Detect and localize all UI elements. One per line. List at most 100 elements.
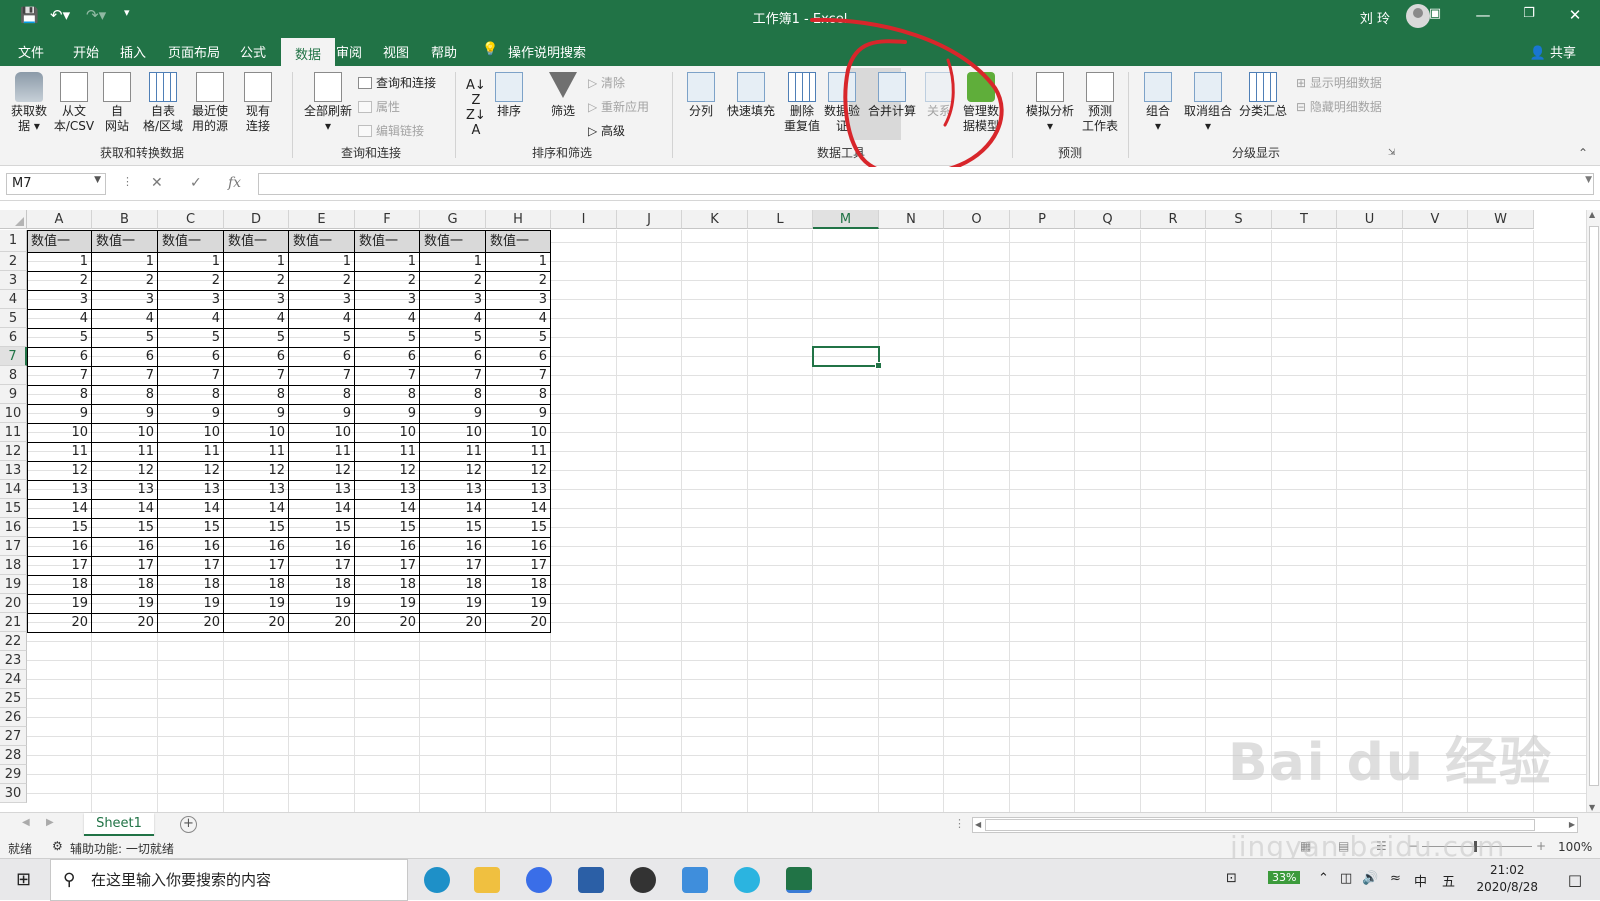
edge-browser-icon[interactable] [424,867,450,893]
consolidate-button[interactable]: 合并计算 [864,72,920,119]
row-header-4[interactable]: 4 [0,290,27,309]
table-cell[interactable]: 18 [486,576,551,595]
table-cell[interactable]: 17 [486,557,551,576]
table-cell[interactable]: 4 [158,310,224,329]
table-cell[interactable]: 7 [355,367,420,386]
table-cell[interactable]: 13 [92,481,158,500]
table-cell[interactable]: 7 [486,367,551,386]
table-cell[interactable]: 18 [289,576,355,595]
row-header-14[interactable]: 14 [0,480,27,499]
tab-view[interactable]: 视图 [383,42,409,61]
row-header-1[interactable]: 1 [0,230,27,252]
row-header-23[interactable]: 23 [0,651,27,670]
table-cell[interactable]: 8 [420,386,486,405]
table-cell[interactable]: 13 [420,481,486,500]
table-cell[interactable]: 18 [27,576,92,595]
table-cell[interactable]: 18 [224,576,289,595]
scroll-down-icon[interactable]: ▼ [1589,803,1595,812]
table-cell[interactable]: 8 [158,386,224,405]
table-cell[interactable]: 7 [420,367,486,386]
table-cell[interactable]: 5 [355,329,420,348]
table-cell[interactable]: 10 [420,424,486,443]
table-cell[interactable]: 8 [289,386,355,405]
from-csv-button[interactable]: 从文 本/CSV [52,72,96,134]
restore-button[interactable]: ❐ [1514,6,1544,21]
filter-button[interactable]: 筛选 [548,72,578,119]
properties-button[interactable]: 属性 [358,98,400,115]
ribbon-display-icon[interactable]: ▣ [1420,6,1450,21]
from-table-button[interactable]: 自表 格/区域 [140,72,186,134]
table-cell[interactable]: 20 [420,614,486,633]
active-cell-selection[interactable] [812,346,882,369]
table-cell[interactable]: 1 [158,253,224,272]
row-header-18[interactable]: 18 [0,556,27,575]
column-header-k[interactable]: K [682,210,748,229]
scroll-right-icon[interactable]: ▶ [1569,820,1575,829]
battery-indicator[interactable]: 33% [1268,871,1301,884]
table-cell[interactable]: 19 [486,595,551,614]
table-cell[interactable]: 17 [158,557,224,576]
table-cell[interactable]: 1 [420,253,486,272]
table-cell[interactable]: 2 [158,272,224,291]
ime-chinese[interactable]: 中 [1414,871,1427,890]
table-cell[interactable]: 3 [27,291,92,310]
table-cell[interactable]: 9 [420,405,486,424]
table-cell[interactable]: 6 [224,348,289,367]
show-hidden-icons[interactable]: ⌃ [1318,871,1329,886]
scroll-up-icon[interactable]: ▲ [1589,210,1595,219]
table-cell[interactable]: 11 [158,443,224,462]
table-cell[interactable]: 12 [158,462,224,481]
table-cell[interactable]: 20 [224,614,289,633]
table-cell[interactable]: 14 [27,500,92,519]
table-cell[interactable]: 14 [92,500,158,519]
table-cell[interactable]: 6 [355,348,420,367]
table-cell[interactable]: 19 [158,595,224,614]
edit-links-button[interactable]: 编辑链接 [358,122,424,139]
column-header-p[interactable]: P [1010,210,1075,229]
table-cell[interactable]: 4 [420,310,486,329]
formula-input[interactable] [258,173,1594,195]
table-cell[interactable]: 10 [355,424,420,443]
select-all-corner[interactable] [0,210,27,229]
row-header-24[interactable]: 24 [0,670,27,689]
table-cell[interactable]: 11 [420,443,486,462]
table-cell[interactable]: 7 [289,367,355,386]
header-cell-e[interactable]: 数值一 [289,230,355,253]
row-header-22[interactable]: 22 [0,632,27,651]
table-cell[interactable]: 14 [224,500,289,519]
close-button[interactable]: ✕ [1560,6,1590,24]
table-cell[interactable]: 13 [27,481,92,500]
table-cell[interactable]: 3 [92,291,158,310]
flash-fill-button[interactable]: 快速填充 [724,72,778,119]
column-header-g[interactable]: G [420,210,486,229]
row-header-9[interactable]: 9 [0,385,27,404]
table-cell[interactable]: 17 [420,557,486,576]
table-cell[interactable]: 1 [289,253,355,272]
advanced-filter-button[interactable]: ▷ 高级 [588,122,625,139]
table-cell[interactable]: 17 [224,557,289,576]
row-header-27[interactable]: 27 [0,727,27,746]
table-cell[interactable]: 4 [27,310,92,329]
row-header-19[interactable]: 19 [0,575,27,594]
zoom-level[interactable]: 100% [1558,840,1592,854]
table-cell[interactable]: 19 [355,595,420,614]
column-header-m[interactable]: M [813,210,879,229]
table-cell[interactable]: 11 [289,443,355,462]
table-cell[interactable]: 8 [27,386,92,405]
table-cell[interactable]: 12 [224,462,289,481]
column-header-f[interactable]: F [355,210,420,229]
table-cell[interactable]: 6 [27,348,92,367]
header-cell-d[interactable]: 数值一 [224,230,289,253]
table-cell[interactable]: 4 [224,310,289,329]
table-cell[interactable]: 3 [420,291,486,310]
group-button[interactable]: 组合 ▾ [1140,72,1176,134]
table-cell[interactable]: 1 [486,253,551,272]
relationships-button[interactable]: 关系 [924,72,954,119]
table-cell[interactable]: 20 [355,614,420,633]
table-cell[interactable]: 11 [224,443,289,462]
get-data-button[interactable]: 获取数 据 ▾ [8,72,50,134]
subtotal-button[interactable]: 分类汇总 [1236,72,1290,119]
table-cell[interactable]: 2 [355,272,420,291]
file-explorer-icon[interactable] [474,867,500,893]
table-cell[interactable]: 3 [289,291,355,310]
